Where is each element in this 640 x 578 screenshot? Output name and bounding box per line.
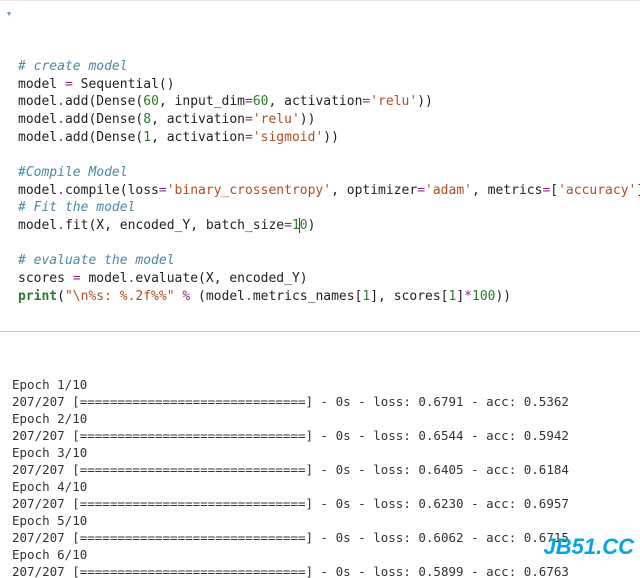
output-line: Epoch 4/10 — [12, 478, 634, 495]
output-line: 207/207 [==============================]… — [12, 427, 634, 444]
output-line: 207/207 [==============================]… — [12, 563, 634, 578]
output-line: 207/207 [==============================]… — [12, 529, 634, 546]
code-editor-content[interactable]: # create modelmodel = Sequential()model.… — [18, 58, 634, 305]
training-log: Epoch 1/10207/207 [=====================… — [12, 376, 634, 578]
code-line[interactable]: print("\n%s: %.2f%%" % (model.metrics_na… — [18, 288, 634, 306]
output-line: Epoch 2/10 — [12, 410, 634, 427]
code-line[interactable]: model.add(Dense(1, activation='sigmoid')… — [18, 129, 634, 147]
output-line: 207/207 [==============================]… — [12, 461, 634, 478]
code-line[interactable]: # evaluate the model — [18, 252, 634, 270]
output-line: Epoch 6/10 — [12, 546, 634, 563]
output-line: 207/207 [==============================]… — [12, 393, 634, 410]
code-line[interactable]: model.add(Dense(8, activation='relu')) — [18, 111, 634, 129]
code-line[interactable] — [18, 146, 634, 164]
watermark-logo: JB51.CC — [544, 532, 634, 562]
code-line[interactable]: model.compile(loss='binary_crossentropy'… — [18, 182, 634, 200]
code-cell[interactable]: ▾ # create modelmodel = Sequential()mode… — [0, 0, 640, 327]
code-line[interactable]: model.fit(X, encoded_Y, batch_size=10) — [18, 217, 634, 235]
output-line: Epoch 1/10 — [12, 376, 634, 393]
code-line[interactable]: # create model — [18, 58, 634, 76]
output-line: Epoch 5/10 — [12, 512, 634, 529]
code-line[interactable]: model = Sequential() — [18, 76, 634, 94]
output-line: 207/207 [==============================]… — [12, 495, 634, 512]
code-line[interactable] — [18, 235, 634, 253]
code-line[interactable]: #Compile Model — [18, 164, 634, 182]
output-line: Epoch 3/10 — [12, 444, 634, 461]
code-line[interactable]: model.add(Dense(60, input_dim=60, activa… — [18, 93, 634, 111]
code-line[interactable]: scores = model.evaluate(X, encoded_Y) — [18, 270, 634, 288]
code-line[interactable]: # Fit the model — [18, 199, 634, 217]
cell-run-indicator[interactable]: ▾ — [4, 7, 14, 22]
